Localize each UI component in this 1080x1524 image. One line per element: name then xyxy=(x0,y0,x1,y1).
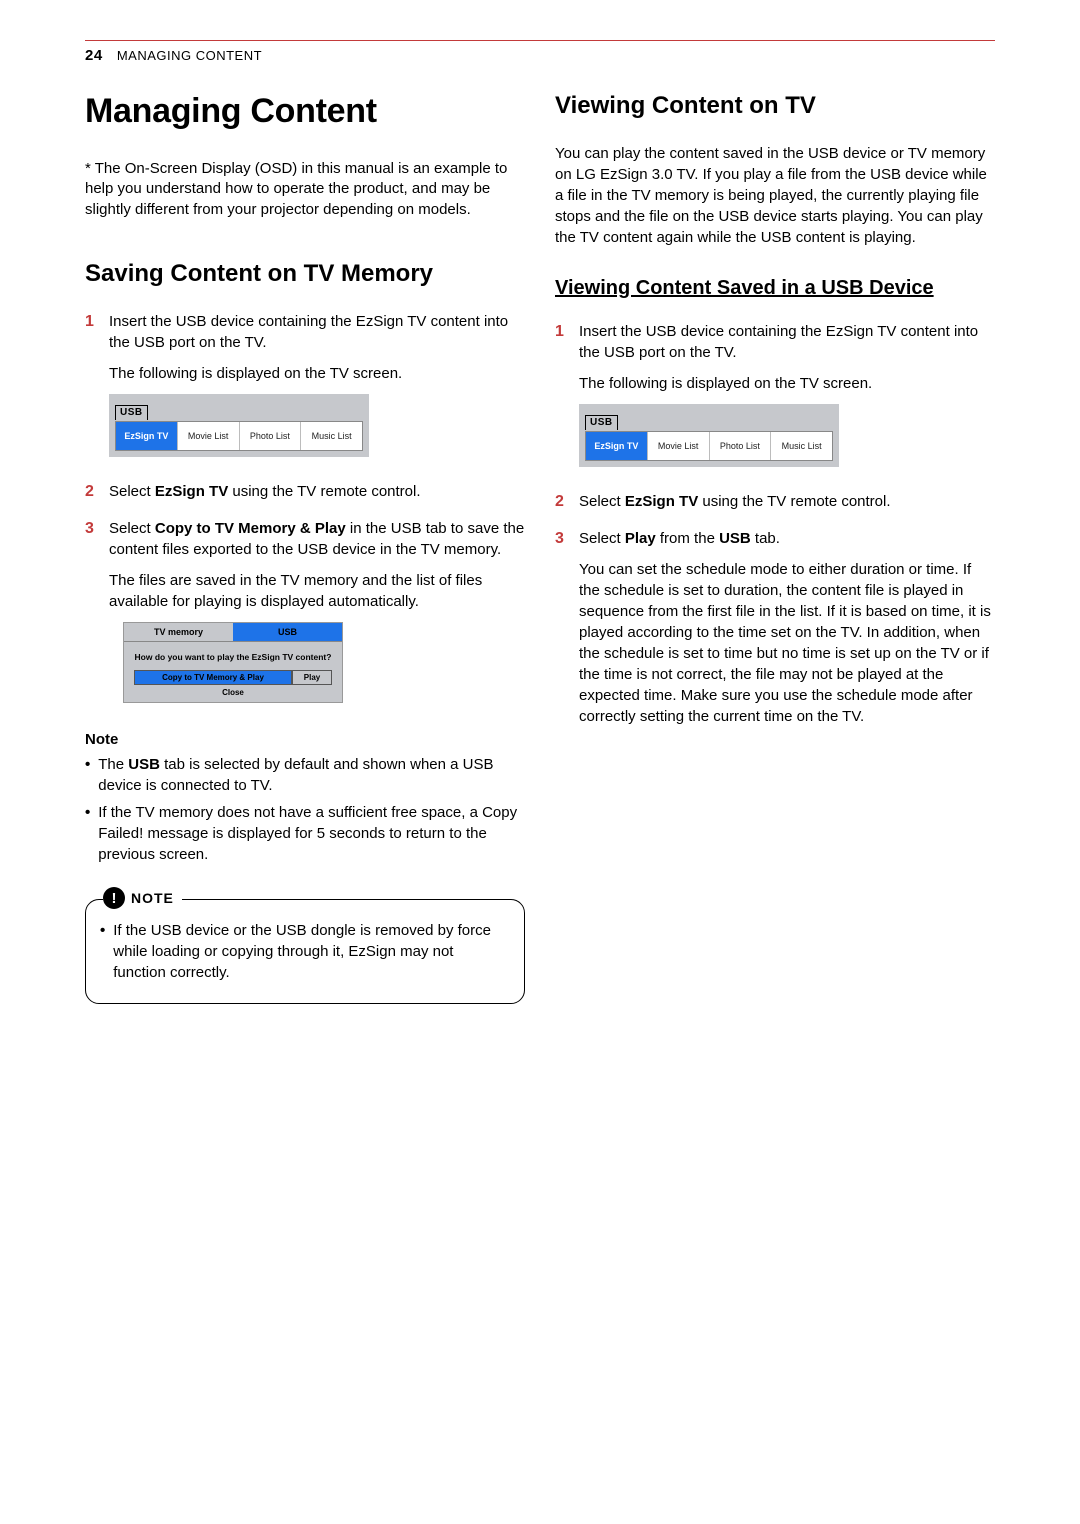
step-text: Select Play from the USB tab. xyxy=(579,528,995,549)
note-callout: ! NOTE If the USB device or the USB dong… xyxy=(85,899,525,1004)
note-heading: Note xyxy=(85,731,525,748)
usb-tab-ezsign: EzSign TV xyxy=(586,432,648,461)
usb-tab-photo: Photo List xyxy=(240,422,302,451)
step-number: 3 xyxy=(85,518,99,718)
usb-tab-music: Music List xyxy=(771,432,832,461)
step-text: The following is displayed on the TV scr… xyxy=(579,373,995,394)
step-text: Insert the USB device containing the EzS… xyxy=(579,321,995,363)
step-text: You can set the schedule mode to either … xyxy=(579,559,995,727)
close-button: Close xyxy=(124,687,342,702)
usb-popup-figure: USB EzSign TV Movie List Photo List Musi… xyxy=(579,404,839,468)
running-header: 24 MANAGING CONTENT xyxy=(85,47,995,64)
usb-tab-music: Music List xyxy=(301,422,362,451)
page-number: 24 xyxy=(85,47,103,64)
step-1: 1 Insert the USB device containing the E… xyxy=(555,321,995,478)
note-bullet: If the TV memory does not have a suffici… xyxy=(85,802,525,865)
note-bullet: The USB tab is selected by default and s… xyxy=(85,754,525,796)
section-saving: Saving Content on TV Memory xyxy=(85,260,525,289)
usb-tab-movie: Movie List xyxy=(648,432,710,461)
tvmemory-tab: TV memory xyxy=(124,623,233,643)
step-number: 2 xyxy=(85,481,99,503)
step-number: 2 xyxy=(555,491,569,513)
step-text: Select EzSign TV using the TV remote con… xyxy=(579,491,995,512)
saving-steps: 1 Insert the USB device containing the E… xyxy=(85,311,525,718)
step-text: The files are saved in the TV memory and… xyxy=(109,570,525,612)
step-2: 2 Select EzSign TV using the TV remote c… xyxy=(555,491,995,513)
usb-tab: USB xyxy=(233,623,342,643)
copy-play-button: Copy to TV Memory & Play xyxy=(134,670,292,685)
step-1: 1 Insert the USB device containing the E… xyxy=(85,311,525,468)
popup-question: How do you want to play the EzSign TV co… xyxy=(124,642,342,670)
usb-popup-label: USB xyxy=(115,405,148,420)
usb-tab-movie: Movie List xyxy=(178,422,240,451)
chapter-title: Managing Content xyxy=(85,92,525,131)
usb-tab-ezsign: EzSign TV xyxy=(116,422,178,451)
play-button: Play xyxy=(292,670,332,685)
note-box-text: If the USB device or the USB dongle is r… xyxy=(100,920,510,983)
step-text: Select Copy to TV Memory & Play in the U… xyxy=(109,518,525,560)
usb-popup-figure: USB EzSign TV Movie List Photo List Musi… xyxy=(109,394,369,458)
step-text: The following is displayed on the TV scr… xyxy=(109,363,525,384)
left-column: Managing Content * The On-Screen Display… xyxy=(85,92,525,1004)
step-number: 1 xyxy=(555,321,569,478)
viewing-steps: 1 Insert the USB device containing the E… xyxy=(555,321,995,727)
osd-disclaimer: * The On-Screen Display (OSD) in this ma… xyxy=(85,159,525,220)
note-icon: ! xyxy=(103,887,125,909)
tvmemory-popup-figure: TV memory USB How do you want to play th… xyxy=(123,622,343,704)
step-3: 3 Select Play from the USB tab. You can … xyxy=(555,528,995,727)
step-2: 2 Select EzSign TV using the TV remote c… xyxy=(85,481,525,503)
step-text: Insert the USB device containing the EzS… xyxy=(109,311,525,353)
right-column: Viewing Content on TV You can play the c… xyxy=(555,92,995,1004)
step-number: 1 xyxy=(85,311,99,468)
viewing-intro: You can play the content saved in the US… xyxy=(555,143,995,248)
usb-tab-photo: Photo List xyxy=(710,432,772,461)
usb-popup-tabs: EzSign TV Movie List Photo List Music Li… xyxy=(115,421,363,452)
running-title: MANAGING CONTENT xyxy=(117,48,262,63)
usb-popup-label: USB xyxy=(585,415,618,430)
step-number: 3 xyxy=(555,528,569,727)
note-bullets: The USB tab is selected by default and s… xyxy=(85,754,525,865)
usb-popup-tabs: EzSign TV Movie List Photo List Music Li… xyxy=(585,431,833,462)
subsection-usb: Viewing Content Saved in a USB Device xyxy=(555,276,995,301)
step-3: 3 Select Copy to TV Memory & Play in the… xyxy=(85,518,525,718)
note-badge-text: NOTE xyxy=(131,890,174,906)
section-viewing: Viewing Content on TV xyxy=(555,92,995,121)
step-text: Select EzSign TV using the TV remote con… xyxy=(109,481,525,502)
